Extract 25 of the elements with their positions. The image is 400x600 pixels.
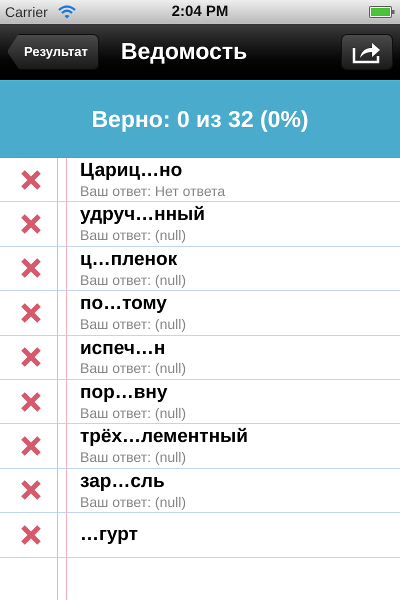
answer-text: Ваш ответ: (null): [80, 449, 188, 467]
share-button[interactable]: [341, 34, 393, 70]
word-text: пор…вну: [80, 381, 168, 405]
screen-title: Ведомость: [120, 37, 248, 66]
word-text: ц…пленок: [80, 248, 178, 272]
answer-text: Ваш ответ: (null): [80, 360, 186, 378]
answer-text: Ваш ответ: (null): [80, 494, 186, 512]
answer-text: Ваш ответ: (null): [80, 272, 186, 290]
answer-text: Ваш ответ: Нет ответа: [80, 182, 226, 200]
wifi-icon: [58, 5, 76, 19]
word-text: трёх…лементный: [80, 425, 248, 450]
battery-icon: [369, 6, 395, 18]
score-text: Верно: 0 из 32 (0%): [91, 104, 309, 134]
word-text: испеч…н: [80, 336, 166, 360]
word-text: по…тому: [80, 292, 168, 316]
clock: 2:04 PM: [172, 2, 228, 22]
answer-text: Ваш ответ: (null): [80, 316, 186, 334]
carrier-label: Carrier: [5, 2, 48, 22]
answer-text: Ваш ответ: (null): [80, 404, 186, 422]
back-button[interactable]: Результат: [7, 34, 99, 70]
word-text: …гурт: [80, 522, 138, 547]
word-text: Цариц…но: [80, 159, 184, 183]
answer-text: Ваш ответ: (null): [80, 227, 188, 245]
word-text: зар…сль: [80, 470, 166, 494]
word-text: удруч…нный: [80, 203, 205, 228]
